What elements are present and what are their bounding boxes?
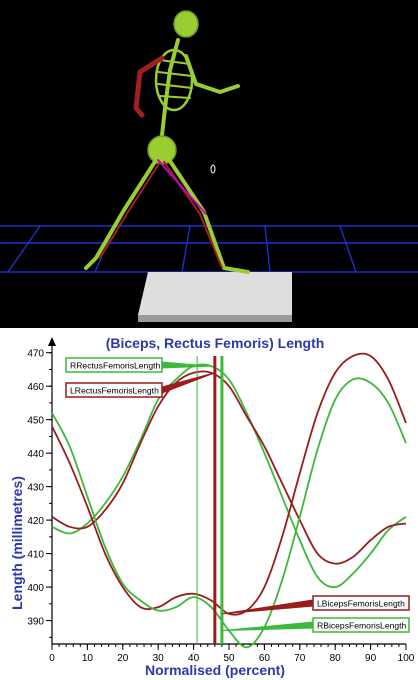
y-tick-label: 430: [27, 483, 44, 494]
3d-scene: [0, 0, 418, 328]
x-tick-label: 50: [223, 653, 235, 664]
series-line-1: [51, 370, 407, 565]
annotation-label-0: RRectusFemorisLength: [70, 361, 160, 371]
chart-panel: (Biceps, Rectus Femoris) Length Normalis…: [0, 328, 418, 680]
x-tick-label: 60: [259, 653, 271, 664]
y-axis-label: Length (millimetres): [9, 476, 25, 610]
y-tick-label: 440: [27, 449, 44, 460]
y-tick-label: 400: [27, 583, 44, 594]
x-tick-label: 10: [82, 653, 94, 664]
y-tick-label: 420: [27, 516, 44, 527]
annotation-label-2: LBicepsFemorisLength: [317, 599, 405, 609]
x-tick-label: 90: [365, 653, 377, 664]
plot-area: 0 10 20 30 40 50 60 70 80 90 100 390 400 410 420 430 440…: [27, 337, 415, 664]
y-tick-label: 450: [27, 416, 44, 427]
y-tick-label: 470: [27, 349, 44, 360]
x-tick-label: 70: [294, 653, 306, 664]
y-axis-arrow-icon: [48, 337, 56, 346]
annotation-label-1: LRectusFemorisLength: [70, 386, 159, 396]
3d-viewport[interactable]: [0, 0, 418, 328]
annotation-label-3: RBicepsFemorisLength: [317, 621, 407, 631]
x-tick-label: 30: [153, 653, 165, 664]
y-tick-label: 390: [27, 617, 44, 628]
y-tick-label: 460: [27, 382, 44, 393]
annotation-leader-1: [161, 372, 216, 394]
y-tick-label: 410: [27, 550, 44, 561]
x-tick-label: 80: [330, 653, 342, 664]
annotation-leader-3: [221, 621, 314, 632]
force-platform: [138, 272, 292, 322]
x-tick-label: 0: [49, 653, 55, 664]
x-tick-label: 20: [117, 653, 129, 664]
annotation-leader-0: [161, 361, 212, 369]
annotation-leader-2: [221, 599, 314, 615]
x-tick-label: 100: [398, 653, 415, 664]
x-tick-label: 40: [188, 653, 200, 664]
x-axis-label: Normalised (percent): [145, 662, 285, 678]
length-chart[interactable]: (Biceps, Rectus Femoris) Length Normalis…: [0, 328, 418, 680]
chart-title: (Biceps, Rectus Femoris) Length: [106, 335, 325, 351]
